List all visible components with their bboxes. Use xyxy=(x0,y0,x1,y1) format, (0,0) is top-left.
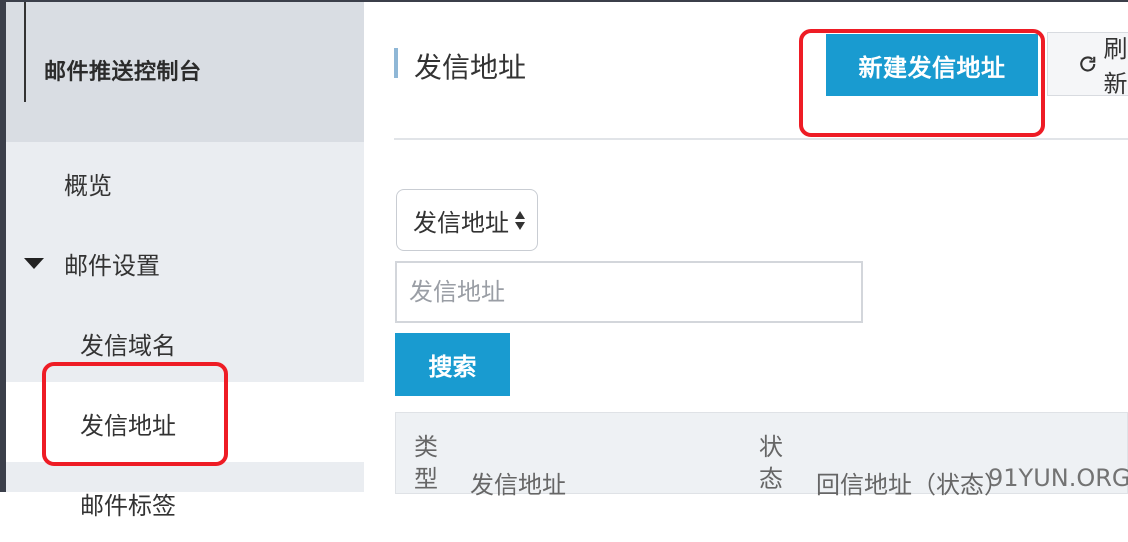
column-header-status: 状态 xyxy=(759,433,783,493)
sidebar-item-label: 邮件标签 xyxy=(80,492,176,520)
sidebar-item-label: 发信域名 xyxy=(80,332,176,360)
refresh-label: 刷新 xyxy=(1103,35,1128,98)
caret-down-icon xyxy=(24,258,44,269)
sidebar-header: 邮件推送控制台 xyxy=(6,2,364,142)
page-title: 发信地址 xyxy=(414,51,527,84)
title-accent-bar xyxy=(394,48,398,78)
sidebar-item-mail-tags[interactable]: 邮件标签 xyxy=(6,462,364,542)
refresh-icon xyxy=(1080,56,1096,72)
header-divider xyxy=(394,138,1128,140)
watermark: 91YUN.ORG xyxy=(988,464,1128,492)
search-input[interactable] xyxy=(395,261,863,323)
filter-type-select[interactable]: 发信地址 xyxy=(396,189,538,251)
sidebar-item-label: 邮件设置 xyxy=(64,252,160,280)
sidebar-header-bar xyxy=(24,2,26,102)
highlight-sidebar-item xyxy=(42,362,228,466)
select-value: 发信地址 xyxy=(413,208,509,237)
sidebar-item-overview[interactable]: 概览 xyxy=(6,142,364,222)
updown-icon xyxy=(515,210,525,230)
sidebar-item-mail-settings[interactable]: 邮件设置 xyxy=(6,222,364,302)
column-header-sender-address: 发信地址 xyxy=(470,471,566,499)
console-title: 邮件推送控制台 xyxy=(44,60,202,85)
column-header-reply-address: 回信地址（状态） xyxy=(816,471,1008,499)
refresh-button[interactable]: 刷新 xyxy=(1047,32,1128,98)
column-header-type: 类型 xyxy=(414,433,438,493)
sidebar-item-label: 概览 xyxy=(64,172,112,200)
search-button[interactable]: 搜索 xyxy=(395,333,510,396)
highlight-new-button xyxy=(799,29,1045,137)
